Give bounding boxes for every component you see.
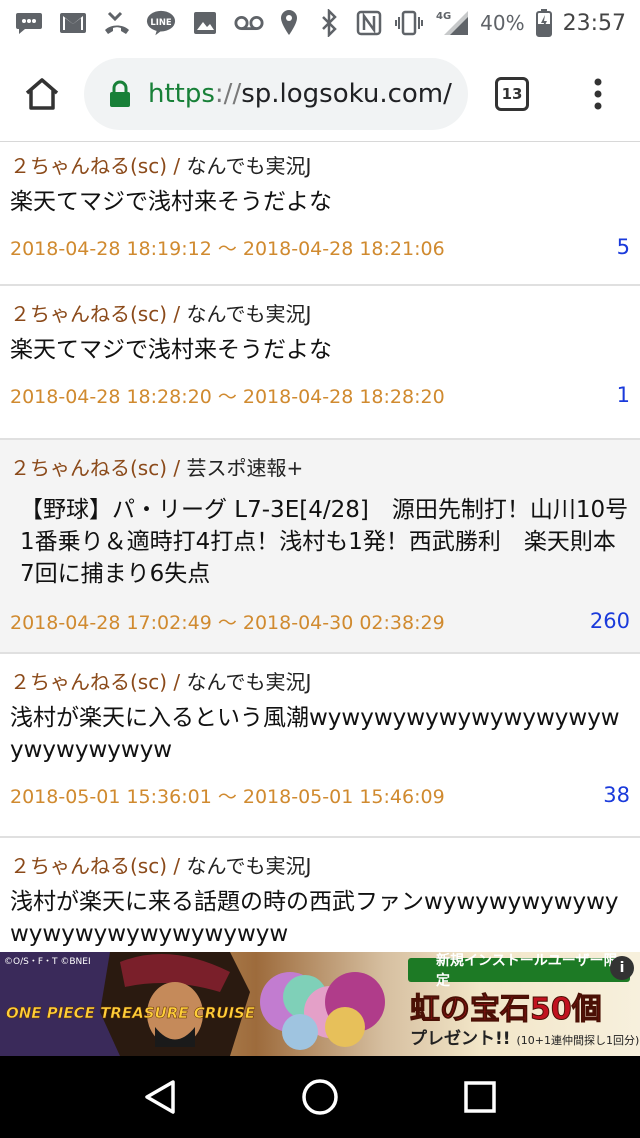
board-name: ２ちゃんねる(sc) [10,456,168,480]
home-button[interactable] [0,46,84,142]
thread-source: ２ちゃんねる(sc) / なんでも実況J [10,838,630,880]
voicemail-icon [234,8,264,38]
image-icon [190,8,220,38]
thread-source: ２ちゃんねる(sc) / なんでも実況J [10,142,630,180]
thread-title[interactable]: 浅村が楽天に入るという風潮wywywywywywywywywywywywywyw… [10,702,630,766]
board-name: ２ちゃんねる(sc) [10,302,168,326]
svg-text:LINE: LINE [150,17,172,27]
url-host: sp.logsoku.com/ [241,78,452,109]
thread-meta: 2018-04-28 18:19:12 〜 2018-04-28 18:21:0… [10,218,630,276]
thread-title[interactable]: 楽天てマジで浅村来そうだよな [10,334,630,366]
source-separator: / [167,302,187,326]
thread-item[interactable]: ２ちゃんねる(sc) / 芸スポ速報+ 【野球】パ・リーグ L7-3E[4/28… [0,440,640,654]
vibrate-icon [394,8,424,38]
home-nav-button[interactable] [280,1056,360,1138]
lock-icon [110,80,130,107]
more-vert-icon [594,78,602,109]
thread-title[interactable]: 浅村が楽天に来る話題の時の西武ファンwywywywywywywywywywywy… [10,886,630,950]
thread-dates: 2018-04-28 18:19:12 〜 2018-04-28 18:21:0… [10,237,445,260]
ad-headline: 虹の宝石50個 [410,992,603,1028]
nfc-icon [354,8,384,38]
system-nav-bar [0,1056,640,1138]
response-count: 5 [616,235,630,259]
response-count: 1 [616,383,630,407]
location-icon [274,8,304,38]
source-separator: / [167,456,187,480]
home-circle-icon [302,1079,338,1115]
thread-title[interactable]: 【野球】パ・リーグ L7-3E[4/28] 源田先制打！山川10号1番乗り＆適時… [10,494,630,590]
recents-icon [464,1081,496,1113]
back-button[interactable] [120,1056,200,1138]
board-name: ２ちゃんねる(sc) [10,154,168,178]
ad-sub-main: プレゼント!! [410,1029,511,1049]
thread-source: ２ちゃんねる(sc) / 芸スポ速報+ [10,440,630,482]
url-bar[interactable]: https://sp.logsoku.com/ [84,57,468,130]
thread-meta: 2018-04-28 17:02:49 〜 2018-04-30 02:38:2… [10,590,630,652]
source-separator: / [167,154,187,178]
line-icon: LINE [146,8,176,38]
category-link[interactable]: なんでも実況J [186,154,311,178]
message-icon [14,8,44,38]
thread-meta: 2018-05-01 15:36:01 〜 2018-05-01 15:46:0… [10,766,630,824]
response-count: 260 [589,609,630,633]
browser-toolbar: https://sp.logsoku.com/ 13 [0,46,640,142]
ad-badge: 新規インストールユーザー限定 [408,953,630,989]
missed-call-icon [102,8,132,38]
tab-count: 13 [495,76,529,111]
thread-item[interactable]: ２ちゃんねる(sc) / なんでも実況J 楽天てマジで浅村来そうだよな 2018… [0,286,640,440]
url-text: https://sp.logsoku.com/ [148,79,452,109]
ad-sub-note: (10+1連仲間探し1回分) [516,1034,640,1047]
status-bar: LINE 4G 40% 23:57 [0,0,640,46]
ad-subtext: プレゼント!! (10+1連仲間探し1回分) [410,1024,639,1049]
home-icon [25,77,59,110]
category-link[interactable]: なんでも実況J [186,854,311,878]
ad-logo: ONE PIECE TREASURE CRUISE [6,1004,256,1023]
signal-icon: 4G [434,8,470,38]
thread-source: ２ちゃんねる(sc) / なんでも実況J [10,286,630,328]
ad-copyright: ©O/S・F・T ©BNEI [4,957,91,967]
thread-source: ２ちゃんねる(sc) / なんでも実況J [10,654,630,696]
source-separator: / [167,854,187,878]
ad-info-icon[interactable]: i [610,956,634,980]
source-separator: / [167,670,187,694]
thread-item[interactable]: ２ちゃんねる(sc) / なんでも実況J 楽天てマジで浅村来そうだよな 2018… [0,142,640,286]
board-name: ２ちゃんねる(sc) [10,670,168,694]
battery-percent: 40% [480,11,525,35]
category-link[interactable]: なんでも実況J [186,302,311,326]
board-name: ２ちゃんねる(sc) [10,854,168,878]
category-link[interactable]: なんでも実況J [186,670,311,694]
bluetooth-icon [314,8,344,38]
thread-dates: 2018-04-28 17:02:49 〜 2018-04-30 02:38:2… [10,611,445,634]
battery-icon [535,8,553,38]
thread-item[interactable]: ２ちゃんねる(sc) / なんでも実況J 浅村が楽天に入るという風潮wywywy… [0,654,640,838]
thread-item[interactable]: ２ちゃんねる(sc) / なんでも実況J 浅村が楽天に来る話題の時の西武ファンw… [0,838,640,952]
overflow-menu-button[interactable] [556,46,640,142]
back-icon [145,1080,175,1114]
clock: 23:57 [562,10,626,36]
response-count: 38 [603,783,630,807]
thread-list: ２ちゃんねる(sc) / なんでも実況J 楽天てマジで浅村来そうだよな 2018… [0,142,640,952]
url-scheme: https [148,78,215,109]
tab-switcher-button[interactable]: 13 [468,46,556,142]
url-separator: :// [214,78,242,109]
thread-dates: 2018-04-28 18:28:20 〜 2018-04-28 18:28:2… [10,385,445,408]
ad-banner[interactable]: ©O/S・F・T ©BNEI ONE PIECE TREASURE CRUISE… [0,952,640,1056]
svg-text:4G: 4G [436,11,451,22]
gmail-icon [58,8,88,38]
thread-dates: 2018-05-01 15:36:01 〜 2018-05-01 15:46:0… [10,785,445,808]
recents-button[interactable] [440,1056,520,1138]
category-link[interactable]: 芸スポ速報+ [186,456,303,480]
thread-meta: 2018-04-28 18:28:20 〜 2018-04-28 18:28:2… [10,366,630,424]
thread-title[interactable]: 楽天てマジで浅村来そうだよな [10,186,630,218]
